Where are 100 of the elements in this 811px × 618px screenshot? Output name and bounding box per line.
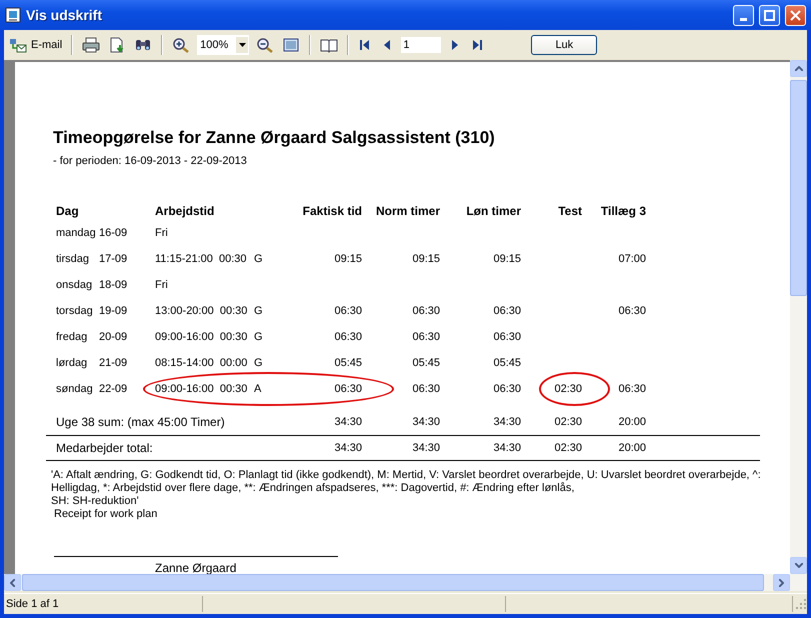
- page-status: Side 1 af 1: [6, 598, 59, 610]
- table-cell-text: 06:30: [411, 330, 440, 345]
- report-title: Timeopgørelse for Zanne Ørgaard Salgsassistent (310): [53, 128, 496, 148]
- close-icon: [790, 10, 801, 20]
- table-cell-text: 34:30: [411, 441, 440, 456]
- table-cell-text: 02:30: [553, 415, 582, 430]
- table-cell-text: 02:30: [553, 441, 582, 456]
- toolbar-button[interactable]: [281, 36, 302, 54]
- table-cell-text: 19-09: [99, 304, 128, 319]
- table-cell-text: 07:00: [617, 252, 646, 267]
- table-cell-text: 34:30: [411, 415, 440, 430]
- table-cell-text: 22-09: [99, 382, 128, 397]
- close-button[interactable]: [785, 4, 806, 26]
- table-cell-text: 16-09: [99, 226, 128, 241]
- table-cell-text: 20-09: [99, 330, 128, 345]
- zoom-in-icon: [172, 37, 190, 53]
- minimize-button[interactable]: [733, 4, 754, 26]
- column-header: Løn timer: [465, 202, 521, 220]
- table-cell-text: 09:00-16:00 00:30: [155, 330, 248, 345]
- table-cell-text: mandag: [56, 226, 97, 241]
- table-cell-text: Fri: [155, 278, 169, 293]
- window-app-icon: [5, 7, 21, 23]
- last-page-icon: [470, 38, 484, 52]
- receipt-text: Receipt for work plan: [54, 508, 158, 520]
- column-header: Tillæg 3: [600, 202, 646, 220]
- table-cell-text: fredag: [56, 330, 88, 345]
- column-header: Arbejdstid: [155, 202, 216, 220]
- vertical-scrollbar-thumb[interactable]: [790, 80, 807, 296]
- toolbar-button[interactable]: [255, 36, 276, 54]
- caret-icon: [238, 43, 246, 47]
- table-cell-text: 34:30: [333, 415, 362, 430]
- table-cell-text: G: [254, 304, 264, 319]
- toolbar-button[interactable]: [171, 36, 192, 54]
- table-cell-text: 34:30: [492, 441, 521, 456]
- table-cell-text: 06:30: [333, 330, 362, 345]
- scroll-right-button[interactable]: [773, 574, 790, 591]
- book-icon: [320, 37, 338, 53]
- table-cell-text: 08:15-14:00 00:00: [155, 356, 248, 371]
- table-cell-text: 20:00: [617, 441, 646, 456]
- table-cell-text: G: [254, 330, 264, 345]
- scroll-up-button[interactable]: [790, 60, 807, 77]
- column-header: Faktisk tid: [302, 202, 362, 220]
- table-cell-text: 06:30: [411, 382, 440, 397]
- maximize-icon: [764, 10, 775, 20]
- legend-text: 'A: Aftalt ændring, G: Godkendt tid, O: Planlagt tid (ikke godkendt), M: Mertid, V: Varslet beordret overarbejde, U: Uvarslet beordret overarbejde, ^: Helligdag, *: Arbejdstid over flere dage, **: Ændringen afspadseres, ***: Dagovertid, #: Ændring efter lønlås, SH: SH-reduktion': [51, 469, 762, 508]
- table-cell-text: 06:30: [333, 304, 362, 319]
- page-view-icon: [282, 37, 300, 53]
- table-cell-text: 06:30: [492, 382, 521, 397]
- table-cell-text: søndag: [56, 382, 94, 397]
- column-header: Test: [557, 202, 582, 220]
- toolbar-button[interactable]: [81, 36, 102, 54]
- scroll-left-button[interactable]: [4, 574, 21, 591]
- table-cell-text: G: [254, 356, 264, 371]
- table-cell-text: 06:30: [492, 330, 521, 345]
- table-cell-text: 09:15: [333, 252, 362, 267]
- table-cell-text: 13:00-20:00 00:30: [155, 304, 248, 319]
- zoom-out-icon: [256, 37, 274, 53]
- table-cell-text: 06:30: [411, 304, 440, 319]
- table-cell-text: torsdag: [56, 304, 94, 319]
- table-cell-text: 05:45: [333, 356, 362, 371]
- table-cell-text: 09:15: [411, 252, 440, 267]
- scroll-down-button[interactable]: [790, 557, 807, 574]
- close-preview-button[interactable]: Luk: [531, 35, 598, 55]
- table-cell-text: 06:30: [617, 382, 646, 397]
- report-period: - for perioden: 16-09-2013 - 22-09-2013: [53, 155, 248, 167]
- table-cell-text: 34:30: [492, 415, 521, 430]
- window-title: Vis udskrift: [26, 7, 103, 23]
- table-cell-text: Uge 38 sum: (max 45:00 Timer): [56, 414, 226, 431]
- table-cell-text: 20:00: [617, 415, 646, 430]
- horizontal-scrollbar-thumb[interactable]: [22, 574, 764, 591]
- table-cell-text: Fri: [155, 226, 169, 241]
- table-cell-text: 02:30: [553, 382, 582, 397]
- table-cell-text: A: [254, 382, 262, 397]
- resize-grip-icon: [795, 598, 807, 610]
- table-cell-text: 09:00-16:00 00:30: [155, 382, 248, 397]
- table-cell-text: 09:15: [492, 252, 521, 267]
- table-cell-text: Medarbejder total:: [56, 440, 154, 457]
- table-cell-text: tirsdag: [56, 252, 90, 267]
- table-cell-text: 06:30: [333, 382, 362, 397]
- table-cell-text: 06:30: [492, 304, 521, 319]
- minimize-icon: [740, 18, 747, 20]
- column-header: Dag: [56, 202, 80, 220]
- email-button[interactable]: E-mail: [8, 36, 64, 54]
- binoculars-icon: [134, 37, 152, 53]
- table-cell-text: 17-09: [99, 252, 128, 267]
- table-cell-text: 05:45: [492, 356, 521, 371]
- email-icon: [9, 37, 27, 53]
- zoom-dropdown[interactable]: 100%: [197, 35, 250, 55]
- column-header: Norm timer: [374, 202, 440, 220]
- table-cell-text: 34:30: [333, 441, 362, 456]
- maximize-button[interactable]: [759, 4, 780, 26]
- table-cell-text: 05:45: [411, 356, 440, 371]
- printer-icon: [82, 37, 100, 53]
- table-cell-text: onsdag: [56, 278, 94, 293]
- table-cell-text: 11:15-21:00 00:30: [155, 252, 248, 267]
- page-number-field[interactable]: 1: [401, 37, 442, 53]
- table-cell-text: 06:30: [617, 304, 646, 319]
- table-cell-text: lørdag: [56, 356, 88, 371]
- table-cell-text: 21-09: [99, 356, 128, 371]
- table-cell-text: G: [254, 252, 264, 267]
